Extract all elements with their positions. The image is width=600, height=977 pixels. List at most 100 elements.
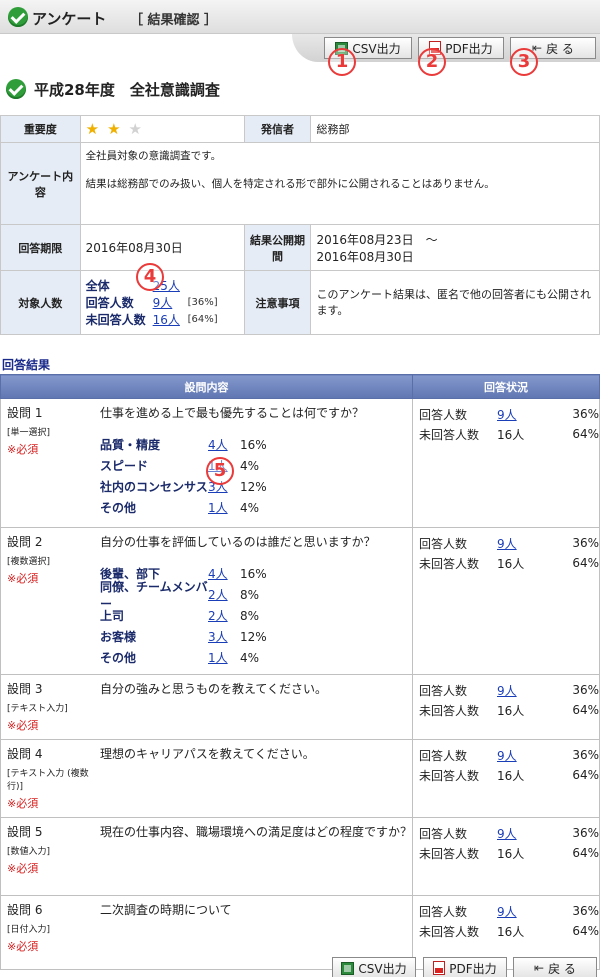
answered-count-link[interactable]: 9人 [497, 905, 517, 919]
option-percent: 8% [240, 587, 260, 602]
back-button-bottom[interactable]: ⇤ 戻 る [513, 957, 597, 977]
question-row: 設問 1 [単一選択] ※必須 仕事を進める上で最も優先することは何ですか？ 品質・精度… [0, 398, 600, 528]
check-icon [6, 79, 26, 99]
answered-count-link[interactable]: 9人 [497, 749, 517, 763]
status-cell: 回答人数 9人 36% 未回答人数 16人 64% [412, 398, 600, 528]
question-type: [複数選択] [7, 557, 51, 567]
option-row: その他 1人 4% [100, 497, 412, 518]
option-label: 品質・精度 [100, 438, 161, 452]
question-text: 理想のキャリアパスを教えてください。 [100, 747, 315, 761]
survey-info-table: 重要度 ★ ★ ★ 発信者 総務部 アンケート内容 全社員対象の意識調査です。 結果… [0, 115, 600, 335]
option-label: 社内のコンセンサス [100, 480, 208, 494]
option-count-link[interactable]: 4人 [208, 436, 240, 453]
question-number: 設問 6 [7, 903, 43, 917]
notes-label: 注意事項 [243, 270, 312, 335]
required-mark: ※必須 [7, 443, 39, 456]
app-header: アンケート ［ 結果確認 ］ [0, 0, 600, 34]
question-row: 設問 4 [テキスト入力 (複数行)] ※必須 理想のキャリアパスを教えてください。 回… [0, 739, 600, 818]
star-empty-icon: ★ [128, 120, 142, 138]
option-row: 社内のコンセンサス 3人 12% [100, 476, 412, 497]
survey-title: 平成28年度 全社意識調査 [34, 81, 220, 99]
option-row: その他 1人 4% [100, 647, 412, 668]
option-count-link[interactable]: 1人 [208, 499, 240, 516]
question-number: 設問 1 [7, 406, 43, 420]
unanswered-count: 16人 [497, 556, 525, 571]
option-count-link[interactable]: 2人 [208, 586, 240, 603]
question-cell: 設問 2 [複数選択] ※必須 自分の仕事を評価しているのは誰だと思いますか？ 後輩、部… [0, 527, 413, 675]
annotation-marker-4: 4 [136, 263, 164, 291]
required-mark: ※必須 [7, 940, 39, 953]
option-percent: 8% [240, 608, 260, 623]
question-type: [単一選択] [7, 428, 51, 438]
option-label: その他 [100, 501, 137, 515]
option-percent: 16% [240, 566, 267, 581]
option-row: お客様 3人 12% [100, 626, 412, 647]
status-cell: 回答人数 9人 36% 未回答人数 16人 64% [412, 527, 600, 675]
annotation-marker-2: 2 [418, 48, 446, 76]
option-row: 品質・精度 4人 16% [100, 434, 412, 455]
question-type: [日付入力] [7, 925, 51, 935]
app-title: アンケート [32, 10, 107, 28]
status-cell: 回答人数 9人 36% 未回答人数 16人 64% [412, 739, 600, 818]
col-question-header: 設問内容 [0, 374, 413, 399]
required-mark: ※必須 [7, 572, 39, 585]
question-text: 二次調査の時期について [100, 903, 232, 917]
option-label: お客様 [100, 630, 137, 644]
answered-count-link[interactable]: 9人 [497, 537, 517, 551]
question-number: 設問 2 [7, 535, 43, 549]
status-cell: 回答人数 9人 36% 未回答人数 16人 64% [412, 817, 600, 896]
option-count-link[interactable]: 2人 [208, 607, 240, 624]
unanswered-count: 16人 [497, 703, 525, 718]
option-count-link[interactable]: 3人 [208, 628, 240, 645]
col-status-header: 回答状況 [412, 374, 600, 399]
question-row: 設問 3 [テキスト入力] ※必須 自分の強みと思うものを教えてください。 回答人数 9人… [0, 674, 600, 740]
importance-stars: ★ ★ ★ [79, 115, 245, 143]
option-label: 上司 [100, 609, 125, 623]
csv-export-button-bottom[interactable]: CSV出力 [332, 957, 416, 977]
content-value: 全社員対象の意識調査です。 結果は総務部でのみ扱い、個人を特定される形で部外に公… [79, 142, 600, 225]
unanswered-count: 16人 [497, 768, 525, 783]
results-section-title: 回答結果 [2, 358, 51, 372]
question-text: 自分の強みと思うものを教えてください。 [100, 682, 328, 696]
answered-count-link[interactable]: 9人 [153, 294, 188, 311]
option-row: 上司 2人 8% [100, 605, 412, 626]
question-cell: 設問 5 [数値入力] ※必須 現在の仕事内容、職場環境への満足度はどの程度ですか？ [0, 817, 413, 896]
option-count-link[interactable]: 1人 [208, 649, 240, 666]
star-icon: ★ [107, 120, 121, 138]
answered-count-link[interactable]: 9人 [497, 684, 517, 698]
option-label: その他 [100, 651, 137, 665]
check-icon [8, 7, 28, 27]
option-label: スピード [100, 459, 149, 473]
question-number: 設問 3 [7, 682, 43, 696]
publish-period-value: 2016年08月23日 ～ 2016年08月30日 [310, 224, 600, 271]
question-type: [テキスト入力] [7, 704, 68, 714]
question-type: [テキスト入力 (複数行)] [7, 769, 89, 792]
option-percent: 12% [240, 479, 267, 494]
unanswered-count: 16人 [497, 924, 525, 939]
publish-period-label: 結果公開期間 [243, 224, 312, 271]
importance-label: 重要度 [0, 115, 81, 143]
option-list: 後輩、部下 4人 16% 同僚、チームメンバー 2人 8% 上司 2人 8% お客様 3人 12% その… [100, 563, 412, 668]
option-percent: 12% [240, 629, 267, 644]
question-number: 設問 4 [7, 747, 43, 761]
question-number: 設問 5 [7, 825, 43, 839]
targets-label: 対象人数 [0, 270, 81, 335]
app-subtitle: ［ 結果確認 ］ [130, 13, 218, 28]
question-cell: 設問 3 [テキスト入力] ※必須 自分の強みと思うものを教えてください。 [0, 674, 413, 740]
question-text: 自分の仕事を評価しているのは誰だと思いますか？ [100, 535, 376, 549]
unanswered-count-link[interactable]: 16人 [153, 311, 188, 328]
status-cell: 回答人数 9人 36% 未回答人数 16人 64% [412, 674, 600, 740]
option-count-link[interactable]: 4人 [208, 565, 240, 582]
question-row: 設問 5 [数値入力] ※必須 現在の仕事内容、職場環境への満足度はどの程度ですか？回… [0, 817, 600, 896]
deadline-label: 回答期限 [0, 224, 81, 271]
notes-value: このアンケート結果は、匿名で他の回答者にも公開されます。 [310, 270, 600, 335]
back-arrow-icon: ⇤ [534, 961, 545, 975]
content-label: アンケート内容 [0, 142, 81, 225]
star-icon: ★ [85, 120, 100, 138]
answered-count-link[interactable]: 9人 [497, 827, 517, 841]
deadline-value: 2016年08月30日 [79, 224, 245, 271]
pdf-export-button-bottom[interactable]: PDF出力 [423, 957, 507, 977]
option-percent: 16% [240, 437, 267, 452]
required-mark: ※必須 [7, 797, 39, 810]
answered-count-link[interactable]: 9人 [497, 408, 517, 422]
